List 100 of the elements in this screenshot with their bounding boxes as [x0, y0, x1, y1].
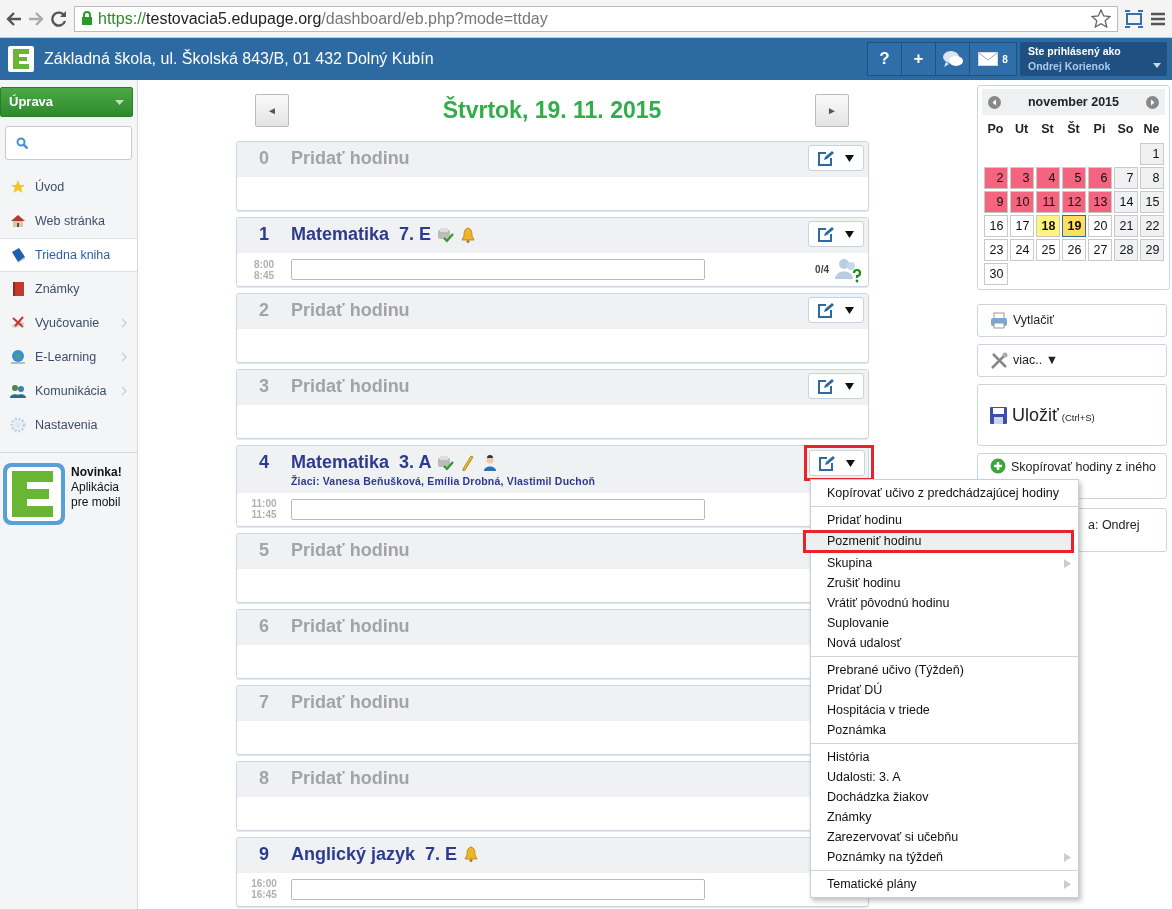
- attendance-icon[interactable]: [834, 256, 862, 283]
- calendar-day[interactable]: 11: [1035, 191, 1060, 213]
- menu-item[interactable]: Poznámka: [811, 720, 1078, 740]
- calendar-day[interactable]: 19: [1061, 215, 1086, 237]
- calendar-day[interactable]: 24: [1009, 239, 1034, 261]
- topic-field[interactable]: [291, 878, 705, 900]
- menu-icon[interactable]: [1150, 11, 1166, 26]
- menu-item[interactable]: Dochádzka žiakov: [811, 787, 1078, 807]
- menu-item[interactable]: Tematické plány: [811, 874, 1078, 894]
- menu-item[interactable]: Vrátiť pôvodnú hodinu: [811, 593, 1078, 613]
- calendar-day[interactable]: 1: [1139, 143, 1164, 165]
- edit-menu-button[interactable]: [808, 145, 864, 171]
- menu-item[interactable]: Hospitácia v triede: [811, 700, 1078, 720]
- menu-item[interactable]: História: [811, 747, 1078, 767]
- menu-item[interactable]: Suplovanie: [811, 613, 1078, 633]
- calendar-day[interactable]: 15: [1139, 191, 1164, 213]
- app-logo-icon[interactable]: [2, 462, 66, 526]
- menu-item[interactable]: Zarezervovať si učebňu: [811, 827, 1078, 847]
- calendar-day[interactable]: 2: [983, 167, 1008, 189]
- menu-item[interactable]: Pridať DÚ: [811, 680, 1078, 700]
- edit-menu-button[interactable]: [808, 297, 864, 323]
- previous-day-button[interactable]: ◄: [255, 94, 289, 127]
- menu-item[interactable]: Udalosti: 3. A: [811, 767, 1078, 787]
- action-button[interactable]: Vytlačiť: [977, 304, 1167, 337]
- action-button[interactable]: viac.. ▼: [977, 344, 1167, 377]
- edit-menu-button[interactable]: [808, 373, 864, 399]
- weekday-label: Ne: [1142, 121, 1161, 138]
- calendar-day[interactable]: 29: [1139, 239, 1164, 261]
- calendar-day[interactable]: 18: [1035, 215, 1060, 237]
- sidebar-item[interactable]: Úvod: [0, 170, 137, 204]
- menu-item[interactable]: Poznámky na týždeň: [811, 847, 1078, 867]
- topic-field[interactable]: [291, 498, 705, 520]
- calendar-day[interactable]: 9: [983, 191, 1008, 213]
- sidebar-item[interactable]: Vyučovanie: [0, 306, 137, 340]
- calendar-day[interactable]: 22: [1139, 215, 1164, 237]
- calendar-day[interactable]: 21: [1113, 215, 1138, 237]
- calendar-day[interactable]: 12: [1061, 191, 1086, 213]
- bell-icon: [460, 226, 477, 243]
- back-icon[interactable]: [6, 11, 22, 26]
- sidebar-item[interactable]: E-Learning: [0, 340, 137, 374]
- calendar-day[interactable]: 28: [1113, 239, 1138, 261]
- chat-button[interactable]: [935, 42, 970, 76]
- user-name: Ondrej Korienok: [1028, 59, 1111, 74]
- search-field[interactable]: [5, 126, 132, 160]
- calendar-day[interactable]: 16: [983, 215, 1008, 237]
- chevron-icon: [121, 352, 127, 362]
- calendar-day[interactable]: 23: [983, 239, 1008, 261]
- edit-dropdown-button[interactable]: Úprava: [0, 87, 133, 117]
- calendar-day[interactable]: 27: [1087, 239, 1112, 261]
- calendar-day[interactable]: 7: [1113, 167, 1138, 189]
- calendar-day[interactable]: 17: [1009, 215, 1034, 237]
- next-month-icon[interactable]: [1146, 95, 1159, 109]
- sidebar-item[interactable]: Komunikácia: [0, 374, 137, 408]
- edit-menu-button[interactable]: [809, 450, 865, 476]
- edit-menu-button[interactable]: [808, 221, 864, 247]
- menu-item[interactable]: Známky: [811, 807, 1078, 827]
- weekday-label: Pi: [1092, 121, 1107, 138]
- header-button[interactable]: ?: [867, 42, 902, 76]
- calendar-day[interactable]: 26: [1061, 239, 1086, 261]
- next-day-button[interactable]: ►: [815, 94, 849, 127]
- tools-icon: [10, 315, 26, 331]
- lesson-number: 0: [258, 147, 270, 170]
- sidebar-item[interactable]: Web stránka: [0, 204, 137, 238]
- star-icon[interactable]: [1091, 9, 1111, 28]
- previous-month-icon[interactable]: [988, 95, 1001, 109]
- header-button[interactable]: +: [901, 42, 936, 76]
- sidebar-item[interactable]: Triedna kniha: [0, 238, 137, 272]
- calendar-day[interactable]: 6: [1087, 167, 1112, 189]
- menu-item[interactable]: Zrušiť hodinu: [811, 573, 1078, 593]
- calendar-day[interactable]: 20: [1087, 215, 1112, 237]
- menu-item[interactable]: Pridať hodinu: [811, 510, 1078, 530]
- lesson-number: 3: [258, 375, 270, 398]
- window-icon[interactable]: [1124, 9, 1144, 28]
- reload-icon[interactable]: [50, 9, 68, 28]
- calendar-day[interactable]: 8: [1139, 167, 1164, 189]
- mail-button[interactable]: 8: [969, 42, 1017, 76]
- menu-item[interactable]: Pozmeniť hodinu: [803, 530, 1074, 553]
- calendar-day[interactable]: 25: [1035, 239, 1060, 261]
- weekday-label: So: [1116, 121, 1135, 138]
- address-bar[interactable]: https://testovacia5.edupage.org/dashboard/eb.php?mode=ttday: [74, 5, 1118, 32]
- menu-item[interactable]: Nová udalosť: [811, 633, 1078, 653]
- caret-icon: [844, 382, 854, 390]
- action-button[interactable]: Uložiť (Ctrl+S): [977, 384, 1167, 446]
- sidebar-item[interactable]: Nastavenia: [0, 408, 137, 442]
- menu-item[interactable]: Skupina: [811, 553, 1078, 573]
- subject-name: Matematika: [291, 223, 390, 246]
- promo-text[interactable]: Novinka! Aplikácia pre mobil: [71, 465, 131, 510]
- calendar-day[interactable]: 30: [983, 263, 1008, 285]
- calendar-day[interactable]: 10: [1009, 191, 1034, 213]
- calendar-day[interactable]: 13: [1087, 191, 1112, 213]
- menu-item[interactable]: Prebrané učivo (Týždeň): [811, 660, 1078, 680]
- calendar-day[interactable]: 14: [1113, 191, 1138, 213]
- sidebar-item[interactable]: Známky: [0, 272, 137, 306]
- calendar-day[interactable]: 4: [1035, 167, 1060, 189]
- topic-field[interactable]: [291, 259, 705, 280]
- user-menu[interactable]: Ste prihlásený ako Ondrej Korienok: [1020, 42, 1167, 76]
- logo-icon[interactable]: [8, 46, 34, 72]
- calendar-day[interactable]: 5: [1061, 167, 1086, 189]
- person-icon: [482, 454, 499, 471]
- calendar-day[interactable]: 3: [1009, 167, 1034, 189]
